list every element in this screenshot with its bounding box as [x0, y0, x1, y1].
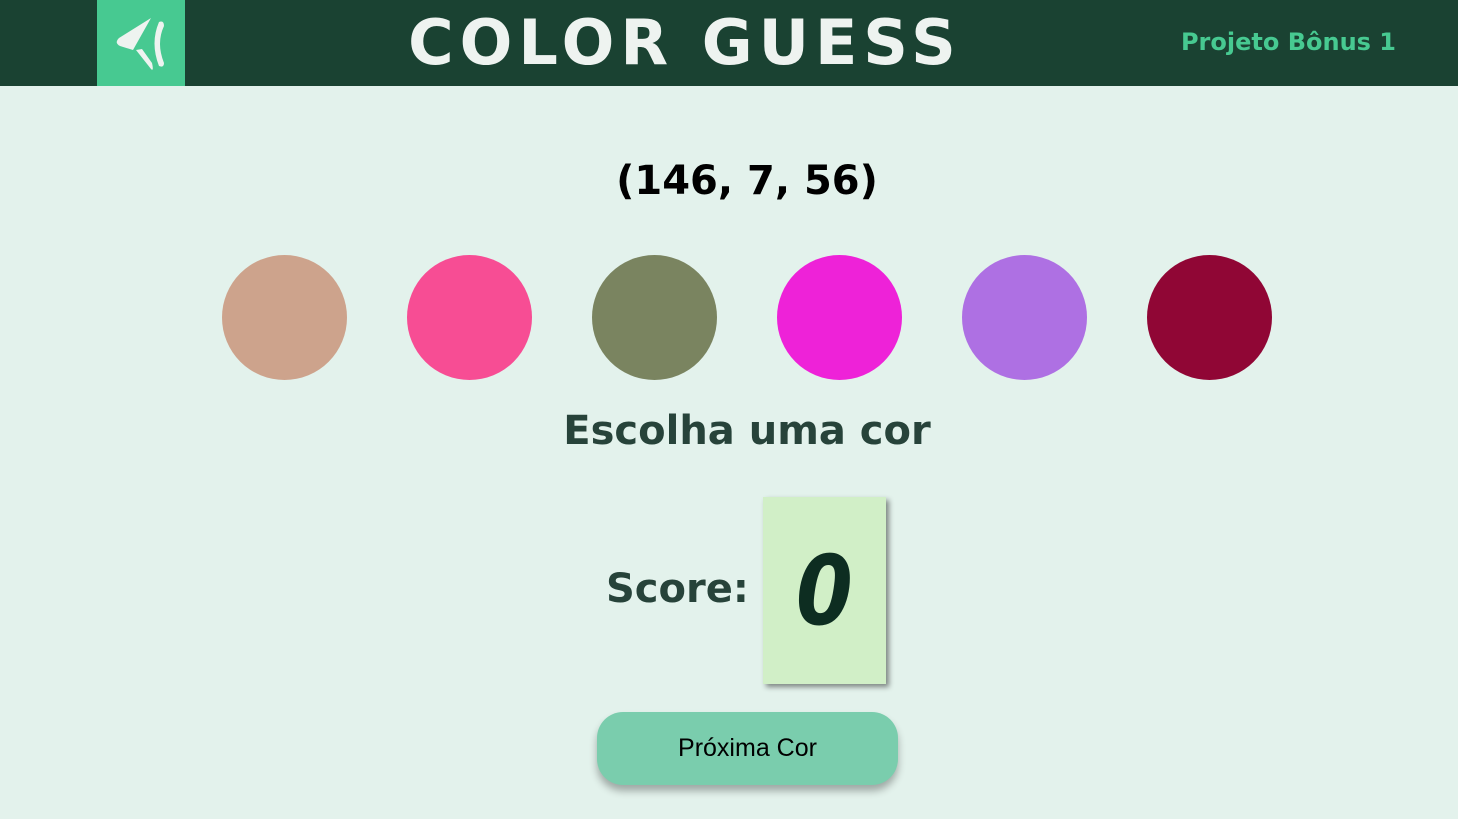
score-value: 0 — [796, 534, 853, 647]
color-ball-2[interactable] — [407, 255, 532, 380]
header: COLOR GUESS Projeto Bônus 1 — [0, 0, 1458, 86]
rgb-color-text: (146, 7, 56) — [616, 158, 878, 204]
answer-text: Escolha uma cor — [563, 408, 931, 454]
next-color-button[interactable]: Próxima Cor — [597, 712, 898, 785]
color-ball-4[interactable] — [777, 255, 902, 380]
page-title: COLOR GUESS — [408, 6, 962, 79]
project-label: Projeto Bônus 1 — [1180, 28, 1396, 56]
color-options — [222, 255, 1272, 380]
color-ball-3[interactable] — [592, 255, 717, 380]
score-label: Score: — [606, 566, 749, 612]
color-ball-5[interactable] — [962, 255, 1087, 380]
color-ball-6[interactable] — [1147, 255, 1272, 380]
score-box: 0 — [763, 497, 886, 684]
color-ball-1[interactable] — [222, 255, 347, 380]
